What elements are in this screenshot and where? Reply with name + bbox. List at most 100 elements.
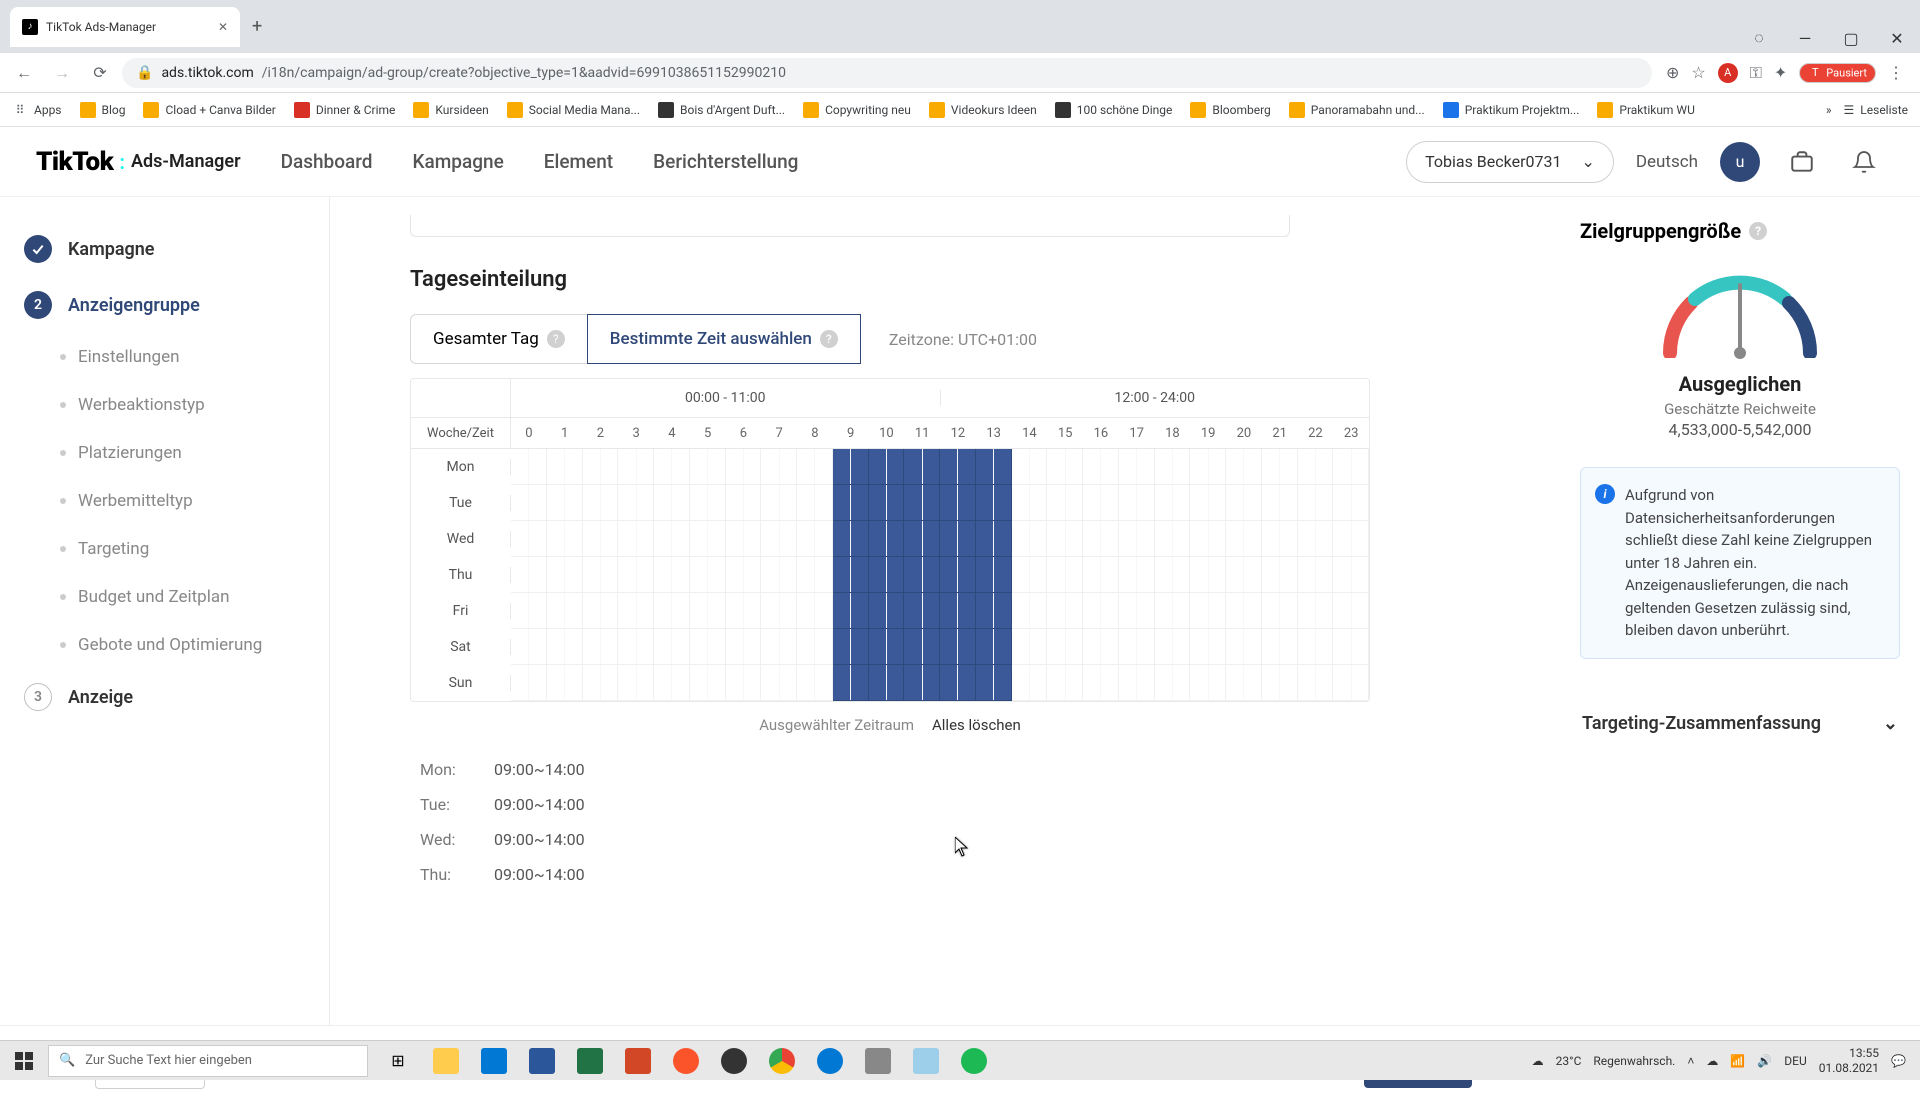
weather-label[interactable]: Regenwahrsch. <box>1593 1054 1675 1068</box>
schedule-cell[interactable] <box>797 629 833 665</box>
schedule-cell[interactable] <box>761 521 797 557</box>
schedule-cell[interactable] <box>1333 665 1369 701</box>
schedule-cell[interactable] <box>869 665 905 701</box>
schedule-cell[interactable] <box>1047 557 1083 593</box>
help-icon[interactable]: ? <box>1749 222 1767 240</box>
schedule-cell[interactable] <box>690 629 726 665</box>
schedule-cell[interactable] <box>690 557 726 593</box>
btn-gesamter-tag[interactable]: Gesamter Tag ? <box>410 314 587 364</box>
schedule-cell[interactable] <box>976 629 1012 665</box>
schedule-cell[interactable] <box>511 665 547 701</box>
schedule-cell[interactable] <box>511 557 547 593</box>
schedule-cell[interactable] <box>1190 485 1226 521</box>
schedule-cell[interactable] <box>869 485 905 521</box>
schedule-cell[interactable] <box>940 629 976 665</box>
schedule-cell[interactable] <box>1155 665 1191 701</box>
schedule-cell[interactable] <box>869 449 905 485</box>
nav-berichterstellung[interactable]: Berichterstellung <box>653 150 798 173</box>
targeting-summary-toggle[interactable]: Targeting-Zusammenfassung ⌄ <box>1580 709 1900 738</box>
schedule-cell[interactable] <box>976 665 1012 701</box>
schedule-cell[interactable] <box>1262 557 1298 593</box>
bookmark-item[interactable]: Bloomberg <box>1190 102 1270 118</box>
schedule-cell[interactable] <box>797 449 833 485</box>
schedule-cell[interactable] <box>1298 629 1334 665</box>
onedrive-icon[interactable]: ☁ <box>1706 1054 1718 1068</box>
schedule-cell[interactable] <box>1333 449 1369 485</box>
language-selector[interactable]: Deutsch <box>1636 152 1698 172</box>
schedule-cell[interactable] <box>797 485 833 521</box>
schedule-cell[interactable] <box>690 521 726 557</box>
schedule-cell[interactable] <box>869 521 905 557</box>
schedule-cell[interactable] <box>1047 485 1083 521</box>
zoom-icon[interactable]: ⊕ <box>1666 63 1679 82</box>
schedule-cell[interactable] <box>654 485 690 521</box>
btn-bestimmte-zeit[interactable]: Bestimmte Zeit auswählen ? <box>587 314 861 364</box>
schedule-cell[interactable] <box>1190 449 1226 485</box>
schedule-cell[interactable] <box>976 521 1012 557</box>
schedule-cell[interactable] <box>761 593 797 629</box>
schedule-cell[interactable] <box>618 665 654 701</box>
schedule-cell[interactable] <box>547 521 583 557</box>
schedule-cell[interactable] <box>583 629 619 665</box>
adblock-ext-icon[interactable]: A <box>1718 63 1738 83</box>
schedule-cell[interactable] <box>904 629 940 665</box>
schedule-grid[interactable]: 00:00 - 11:00 12:00 - 24:00 Woche/Zeit 0… <box>410 378 1370 702</box>
schedule-cell[interactable] <box>1119 521 1155 557</box>
notifications-icon[interactable]: 💬 <box>1891 1054 1906 1068</box>
schedule-cell[interactable] <box>1190 629 1226 665</box>
schedule-cell[interactable] <box>1047 629 1083 665</box>
schedule-cell[interactable] <box>654 521 690 557</box>
schedule-cell[interactable] <box>869 593 905 629</box>
chrome-icon[interactable] <box>758 1041 806 1080</box>
schedule-cell[interactable] <box>1333 629 1369 665</box>
schedule-cell[interactable] <box>547 665 583 701</box>
notepad-icon[interactable] <box>902 1041 950 1080</box>
schedule-cell[interactable] <box>726 593 762 629</box>
briefcase-icon[interactable] <box>1782 142 1822 182</box>
schedule-cell[interactable] <box>1333 557 1369 593</box>
schedule-cell[interactable] <box>1012 665 1048 701</box>
nav-dashboard[interactable]: Dashboard <box>281 150 373 173</box>
reload-icon[interactable]: ⟳ <box>84 57 116 89</box>
substep-targeting[interactable]: Targeting <box>60 525 329 573</box>
schedule-cell[interactable] <box>976 449 1012 485</box>
schedule-cell[interactable] <box>511 593 547 629</box>
schedule-cell[interactable] <box>1119 557 1155 593</box>
schedule-cell[interactable] <box>618 485 654 521</box>
schedule-cell[interactable] <box>833 665 869 701</box>
schedule-cell[interactable] <box>1190 665 1226 701</box>
schedule-cell[interactable] <box>1333 593 1369 629</box>
schedule-cell[interactable] <box>583 521 619 557</box>
bookmark-item[interactable]: Blog <box>80 102 126 118</box>
bookmark-item[interactable]: Videokurs Ideen <box>929 102 1037 118</box>
schedule-cell[interactable] <box>1047 665 1083 701</box>
schedule-cell[interactable] <box>1226 521 1262 557</box>
schedule-cell[interactable] <box>618 557 654 593</box>
schedule-cell[interactable] <box>1155 485 1191 521</box>
schedule-cell[interactable] <box>1119 593 1155 629</box>
schedule-cell[interactable] <box>869 557 905 593</box>
schedule-cell[interactable] <box>1012 557 1048 593</box>
schedule-cell[interactable] <box>1298 449 1334 485</box>
schedule-cell[interactable] <box>761 629 797 665</box>
schedule-cell[interactable] <box>547 449 583 485</box>
bell-icon[interactable] <box>1844 142 1884 182</box>
substep-budget-zeitplan[interactable]: Budget und Zeitplan <box>60 573 329 621</box>
schedule-cell[interactable] <box>1298 593 1334 629</box>
schedule-cell[interactable] <box>547 485 583 521</box>
schedule-cell[interactable] <box>1262 485 1298 521</box>
nav-element[interactable]: Element <box>544 150 613 173</box>
brave-icon[interactable] <box>662 1041 710 1080</box>
schedule-cell[interactable] <box>940 521 976 557</box>
weather-icon[interactable]: ☁ <box>1532 1054 1544 1068</box>
schedule-cell[interactable] <box>1012 485 1048 521</box>
schedule-cell[interactable] <box>654 557 690 593</box>
schedule-cell[interactable] <box>583 449 619 485</box>
schedule-cell[interactable] <box>511 449 547 485</box>
schedule-cell[interactable] <box>1298 485 1334 521</box>
bookmark-star-icon[interactable]: ☆ <box>1691 63 1705 82</box>
schedule-cell[interactable] <box>976 485 1012 521</box>
schedule-cell[interactable] <box>690 449 726 485</box>
schedule-cell[interactable] <box>1083 485 1119 521</box>
step-kampagne[interactable]: Kampagne <box>0 221 329 277</box>
